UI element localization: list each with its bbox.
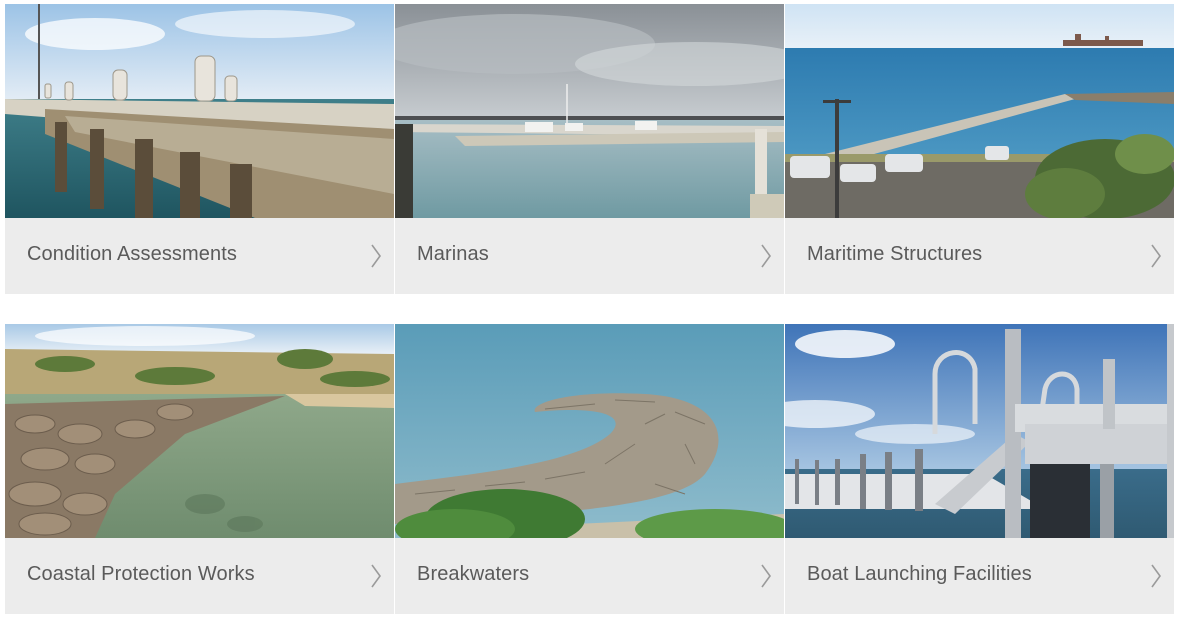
tile-caption: Breakwaters xyxy=(395,538,784,614)
breakwaters-photo xyxy=(395,324,784,538)
tile-label: Maritime Structures xyxy=(807,243,983,265)
tile-caption: Marinas xyxy=(395,218,784,294)
tile-label: Boat Launching Facilities xyxy=(807,563,1032,585)
tile-label: Condition Assessments xyxy=(27,243,237,265)
tile-caption: Coastal Protection Works xyxy=(5,538,394,614)
chevron-right-icon xyxy=(371,564,381,588)
tile-label: Marinas xyxy=(417,243,489,265)
tile-condition-assessments[interactable]: Condition Assessments xyxy=(5,4,394,294)
coastal-protection-works-photo xyxy=(5,324,394,538)
chevron-right-icon xyxy=(761,244,771,268)
tile-marinas[interactable]: Marinas xyxy=(395,4,784,294)
tile-boat-launching-facilities[interactable]: Boat Launching Facilities xyxy=(785,324,1174,614)
chevron-right-icon xyxy=(1151,564,1161,588)
chevron-right-icon xyxy=(761,564,771,588)
tile-maritime-structures[interactable]: Maritime Structures xyxy=(785,4,1174,294)
tile-label: Breakwaters xyxy=(417,563,530,585)
tile-label: Coastal Protection Works xyxy=(27,563,255,585)
tile-coastal-protection-works[interactable]: Coastal Protection Works xyxy=(5,324,394,614)
tile-breakwaters[interactable]: Breakwaters xyxy=(395,324,784,614)
tile-caption: Condition Assessments xyxy=(5,218,394,294)
marinas-photo xyxy=(395,4,784,218)
boat-launching-facilities-photo xyxy=(785,324,1174,538)
tile-caption: Boat Launching Facilities xyxy=(785,538,1174,614)
chevron-right-icon xyxy=(371,244,381,268)
condition-assessments-photo xyxy=(5,4,394,218)
chevron-right-icon xyxy=(1151,244,1161,268)
maritime-structures-photo xyxy=(785,4,1174,218)
tile-caption: Maritime Structures xyxy=(785,218,1174,294)
